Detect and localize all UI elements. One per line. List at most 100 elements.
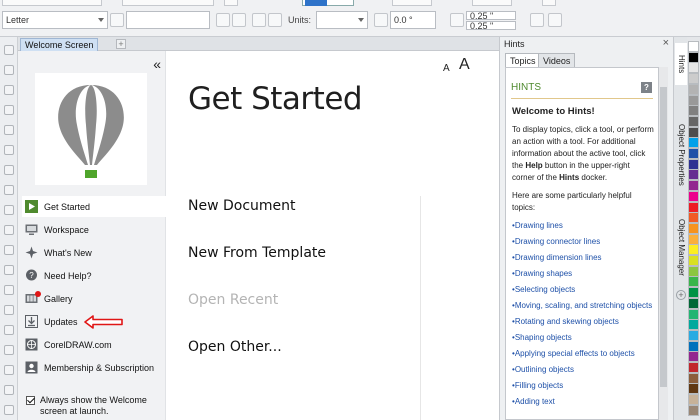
page-size-select[interactable]: Letter	[2, 11, 108, 29]
nudge-x-field[interactable]: 0.25 "	[466, 11, 516, 21]
nav-need-help[interactable]: ? Need Help?	[22, 265, 166, 286]
tab-topics[interactable]: Topics	[505, 53, 541, 68]
open-other-link[interactable]: Open Other...	[188, 339, 282, 355]
color-swatch[interactable]	[688, 148, 699, 159]
nav-get-started[interactable]: Get Started	[22, 196, 166, 217]
scrollbar-thumb[interactable]	[660, 87, 667, 387]
color-swatch[interactable]	[688, 287, 699, 299]
options-icon[interactable]	[548, 13, 562, 27]
obscured-field[interactable]	[392, 0, 432, 6]
new-from-template-link[interactable]: New From Template	[188, 245, 326, 261]
color-eyedropper-tool-icon[interactable]	[4, 325, 14, 335]
tab-object-manager[interactable]: Object Manager	[675, 215, 687, 279]
color-swatch[interactable]	[688, 255, 699, 266]
color-swatch[interactable]	[688, 340, 699, 352]
color-swatch[interactable]	[688, 244, 699, 256]
tab-hints-vertical[interactable]: Hints	[675, 43, 687, 85]
add-document-button[interactable]: +	[116, 39, 126, 49]
color-swatch[interactable]	[688, 212, 699, 224]
new-document-link[interactable]: New Document	[188, 198, 296, 214]
topic-link[interactable]: •Drawing lines	[512, 220, 654, 232]
transparency-tool-icon[interactable]	[4, 305, 14, 315]
color-swatch[interactable]	[688, 319, 699, 331]
topic-link[interactable]: •Filling objects	[512, 380, 654, 392]
color-swatch[interactable]	[688, 404, 699, 416]
decrease-font-button[interactable]: A	[443, 63, 450, 74]
topic-link[interactable]: •Drawing shapes	[512, 268, 654, 280]
pick-tool-icon[interactable]	[4, 45, 14, 55]
nudge-y-field[interactable]: 0.25 "	[466, 21, 516, 31]
hints-scrollbar[interactable]	[659, 67, 668, 420]
parallel-dimension-tool-icon[interactable]	[4, 245, 14, 255]
topic-link[interactable]: •Outlining objects	[512, 364, 654, 376]
color-swatch[interactable]	[688, 372, 699, 384]
color-swatch[interactable]	[688, 222, 699, 234]
topic-link[interactable]: •Rotating and skewing objects	[512, 316, 654, 328]
color-swatch[interactable]	[688, 297, 699, 309]
color-swatch[interactable]	[688, 394, 699, 406]
topic-link[interactable]: •Selecting objects	[512, 284, 654, 296]
outline-pen-tool-icon[interactable]	[4, 385, 14, 395]
rectangle-tool-icon[interactable]	[4, 165, 14, 175]
color-swatch[interactable]	[688, 362, 699, 373]
color-swatch[interactable]	[688, 190, 699, 202]
nav-coreldraw-com[interactable]: CorelDRAW.com	[22, 334, 166, 355]
color-swatch[interactable]	[688, 201, 699, 213]
quick-customize-icon[interactable]	[530, 13, 544, 27]
color-swatch[interactable]	[688, 137, 699, 149]
topic-link[interactable]: •Applying special effects to objects	[512, 348, 654, 360]
color-swatch[interactable]	[688, 83, 699, 95]
color-swatch[interactable]	[688, 126, 699, 138]
color-swatch[interactable]	[688, 180, 699, 192]
color-swatch[interactable]	[688, 233, 699, 245]
interactive-fill-tool-icon[interactable]	[4, 345, 14, 355]
all-pages-icon[interactable]	[252, 13, 266, 27]
obscured-button[interactable]	[542, 0, 556, 6]
topic-link[interactable]: •Shaping objects	[512, 332, 654, 344]
color-swatch[interactable]	[688, 51, 699, 63]
current-page-icon[interactable]	[268, 13, 282, 27]
shape-tool-icon[interactable]	[4, 65, 14, 75]
color-swatch[interactable]	[688, 115, 699, 127]
obscured-field[interactable]	[122, 0, 214, 6]
add-docker-icon[interactable]: +	[676, 290, 686, 300]
connector-tool-icon[interactable]	[4, 265, 14, 275]
collapse-sidebar-button[interactable]: «	[153, 57, 161, 71]
color-swatch[interactable]	[688, 62, 699, 74]
color-swatch[interactable]	[688, 329, 699, 341]
color-swatch[interactable]	[688, 158, 699, 170]
color-swatch[interactable]	[688, 105, 699, 117]
tab-welcome-screen[interactable]: Welcome Screen	[20, 38, 99, 51]
tab-object-properties[interactable]: Object Properties	[675, 107, 687, 203]
smart-fill-tool-icon[interactable]	[4, 365, 14, 375]
close-icon[interactable]: ×	[663, 37, 669, 49]
color-swatch[interactable]	[688, 308, 699, 320]
polygon-tool-icon[interactable]	[4, 205, 14, 215]
topic-link[interactable]: •Adding text	[512, 396, 654, 408]
artistic-media-tool-icon[interactable]	[4, 145, 14, 155]
increase-font-button[interactable]: A	[459, 56, 470, 74]
topic-link[interactable]: •Drawing connector lines	[512, 236, 654, 248]
color-swatch[interactable]	[688, 169, 699, 181]
topic-link[interactable]: •Moving, scaling, and stretching objects	[512, 300, 654, 312]
obscured-field[interactable]	[472, 0, 512, 6]
zoom-tool-icon[interactable]	[4, 105, 14, 115]
color-swatch[interactable]	[688, 265, 699, 277]
obscured-field[interactable]	[2, 0, 102, 6]
nav-gallery[interactable]: Gallery	[22, 288, 166, 309]
color-swatch[interactable]	[688, 276, 699, 288]
nav-workspace[interactable]: Workspace	[22, 219, 166, 240]
drop-shadow-tool-icon[interactable]	[4, 285, 14, 295]
topic-link[interactable]: •Drawing dimension lines	[512, 252, 654, 264]
add-tool-icon[interactable]	[4, 405, 14, 415]
portrait-icon[interactable]	[216, 13, 230, 27]
crop-tool-icon[interactable]	[4, 85, 14, 95]
nav-updates[interactable]: Updates	[22, 311, 166, 332]
always-show-checkbox[interactable]	[26, 396, 35, 405]
rotation-field[interactable]: 0.0 °	[390, 11, 436, 29]
help-icon[interactable]: ?	[641, 82, 652, 93]
units-select[interactable]	[316, 11, 368, 29]
always-show-welcome-option[interactable]: Always show the Welcome screen at launch…	[26, 395, 164, 417]
color-swatch[interactable]	[688, 383, 699, 395]
text-tool-icon[interactable]	[4, 225, 14, 235]
